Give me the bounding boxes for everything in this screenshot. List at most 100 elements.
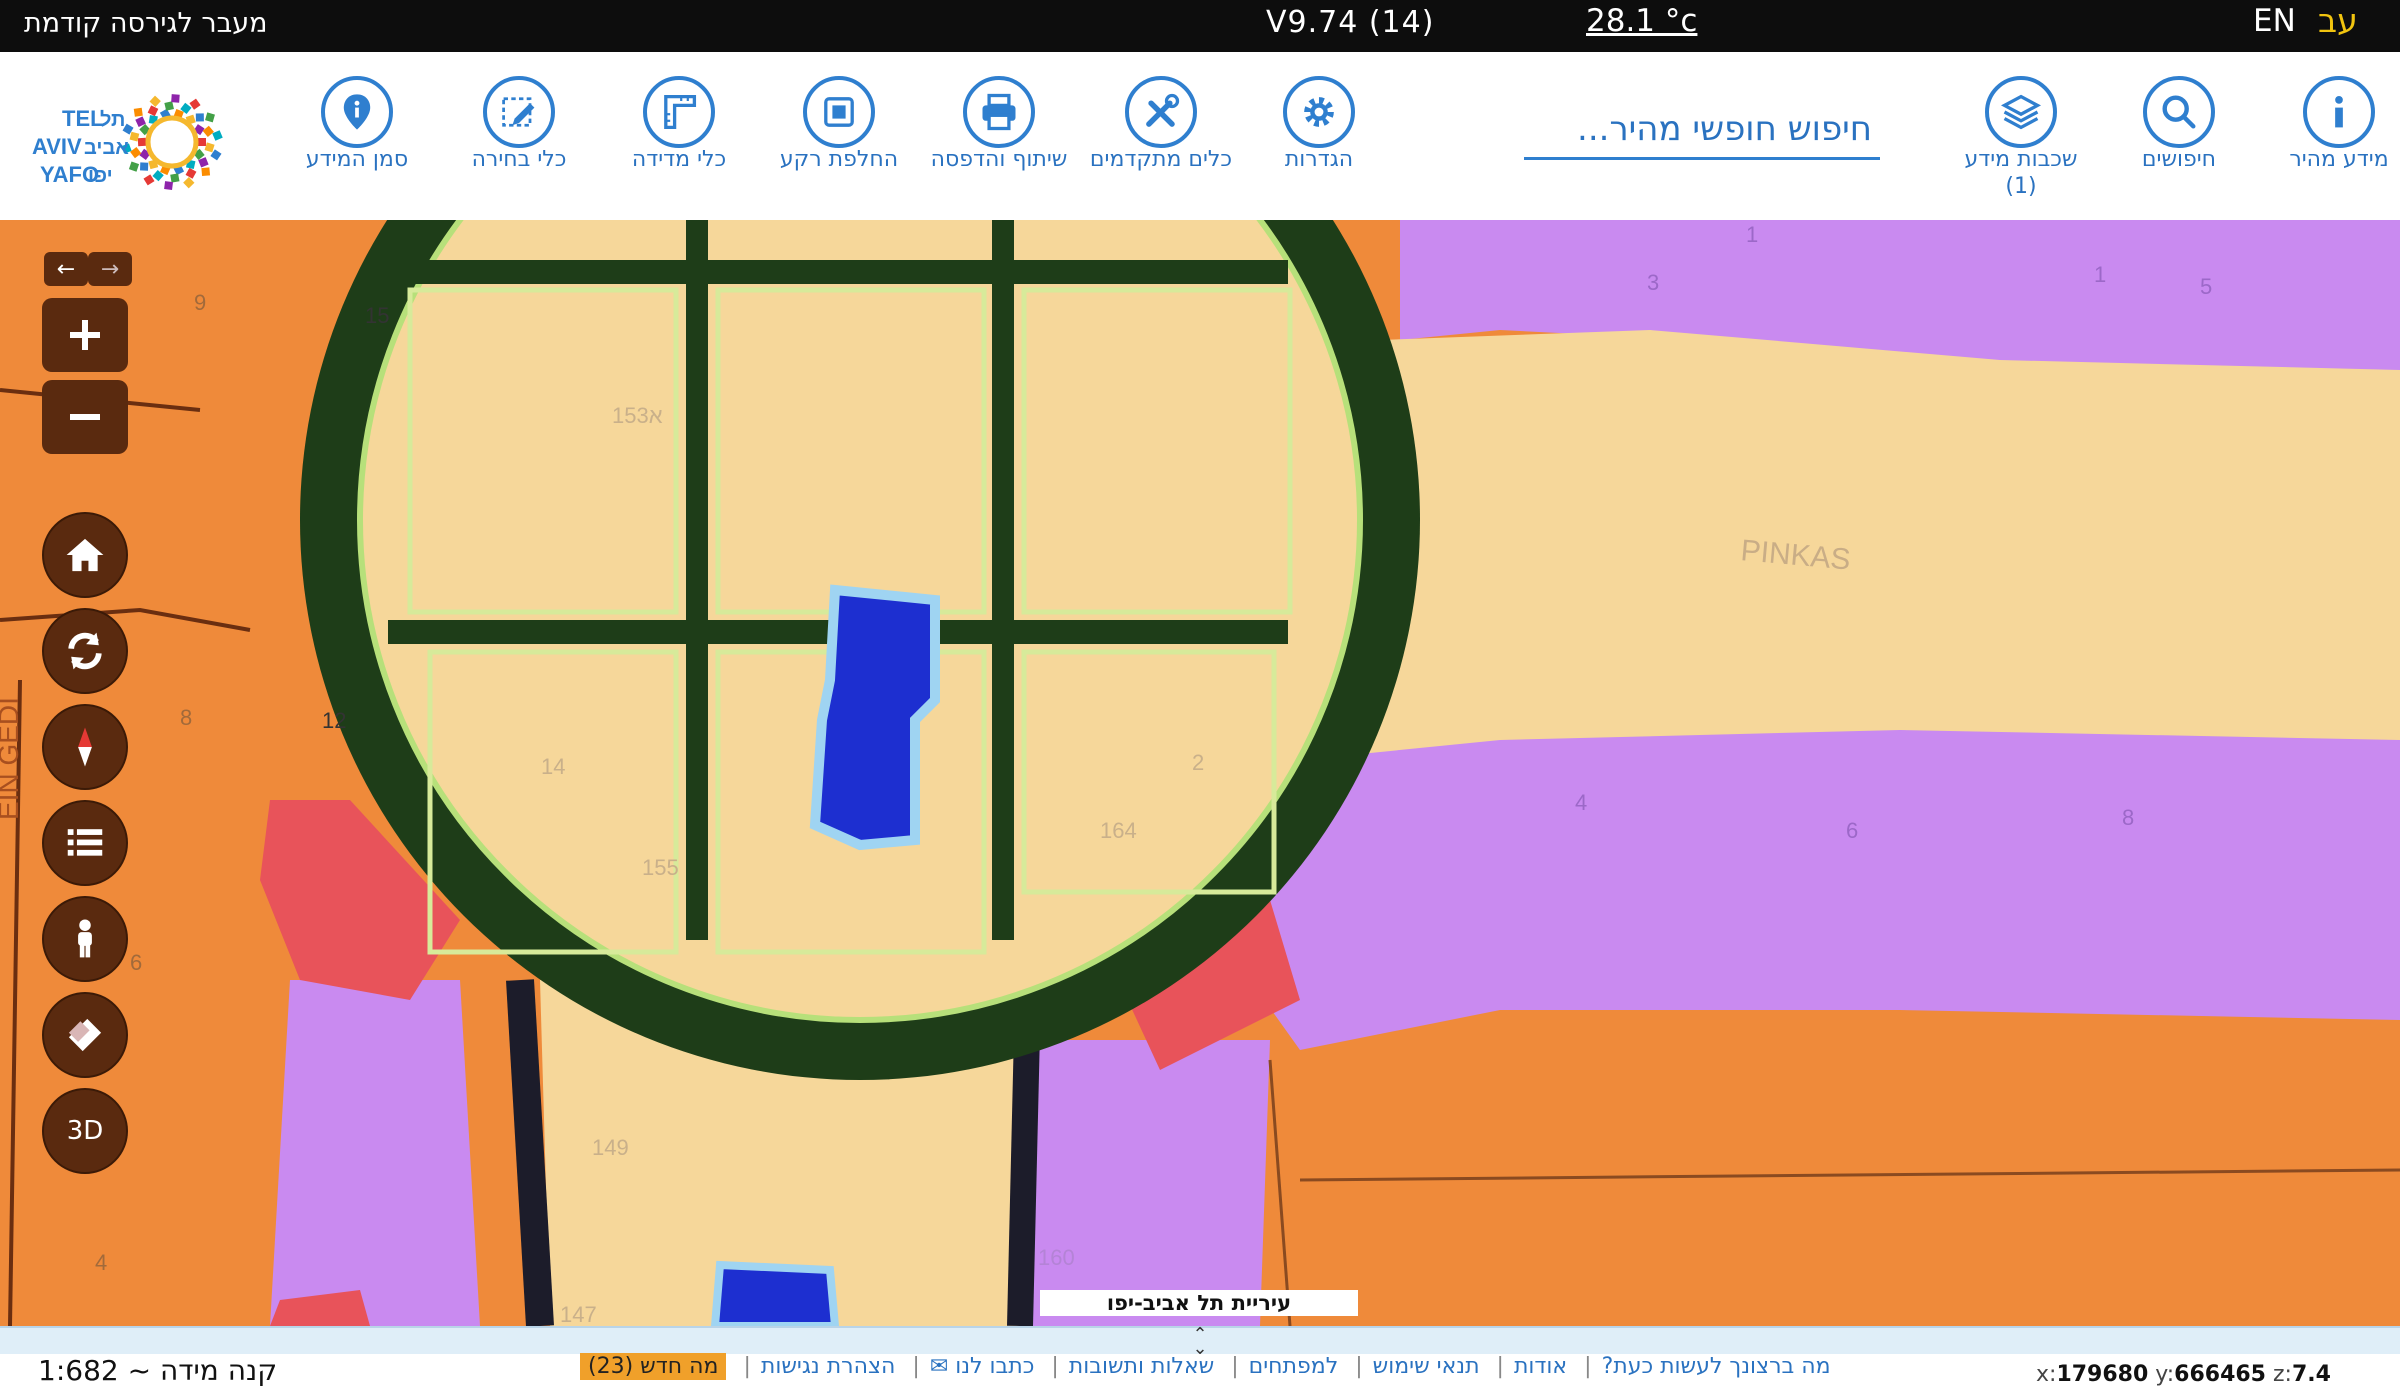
ruler-icon xyxy=(643,76,715,148)
coord-y: 666465 xyxy=(2174,1362,2266,1387)
home-button[interactable] xyxy=(42,512,128,598)
select-icon xyxy=(483,76,555,148)
toolbar: TEL AVIV YAFO תל אביב יפו מידע מהיר חיפו… xyxy=(0,52,2400,220)
info-marker-button[interactable]: סמן המידע xyxy=(282,76,432,173)
tel-aviv-logo[interactable]: TEL AVIV YAFO תל אביב יפו xyxy=(22,80,252,202)
version-label: V9.74 (14) xyxy=(1266,5,1435,40)
marker-icon xyxy=(321,76,393,148)
info-icon xyxy=(2303,76,2375,148)
info-marker-label: סמן המידע xyxy=(305,147,409,172)
footer-link-developers[interactable]: למפתחים xyxy=(1249,1354,1339,1379)
legend-button[interactable] xyxy=(42,800,128,886)
street-label-ein-gedi: EIN GEDI xyxy=(0,697,24,820)
parcel-label: 160 xyxy=(1038,1245,1075,1270)
parcel-label: 8 xyxy=(2122,805,2134,830)
parcel-label: 153א xyxy=(612,403,663,428)
parcel-label: 14 xyxy=(541,754,565,779)
logo-text-aviv-he: אביב xyxy=(84,137,129,159)
panel-resize-handle[interactable]: ⌃ ⌄ xyxy=(0,1324,2400,1359)
compass-icon xyxy=(78,727,92,767)
advanced-tools-button[interactable]: כלים מתקדמים xyxy=(1086,76,1236,173)
tools-icon xyxy=(1125,76,1197,148)
measure-tools-button[interactable]: כלי מדידה xyxy=(604,76,754,173)
top-bar: מעבר לגירסה קודמת V9.74 (14) 28.1 °c EN … xyxy=(0,0,2400,52)
whats-new-badge[interactable]: מה חדש (23) xyxy=(580,1353,727,1380)
free-search-input[interactable] xyxy=(1524,100,1880,157)
previous-version-link[interactable]: מעבר לגירסה קודמת xyxy=(24,8,268,39)
parcel-label: 155 xyxy=(642,855,679,880)
parcel-label: 1 xyxy=(1746,222,1758,247)
parcel-label: 4 xyxy=(1575,790,1587,815)
parcel-label: 9 xyxy=(194,290,206,315)
settings-label: הגדרות xyxy=(1284,147,1354,172)
map-canvas[interactable]: PINKAS EIN GEDI 9 15 153א 14 8 6 4 12 14… xyxy=(0,220,2400,1326)
eraser-button[interactable] xyxy=(42,992,128,1078)
minus-icon xyxy=(70,414,100,420)
parcel-label: 6 xyxy=(130,950,142,975)
search-icon xyxy=(2143,76,2215,148)
footer-link-accessibility[interactable]: הצהרת נגישות xyxy=(761,1354,896,1379)
refresh-button[interactable] xyxy=(42,608,128,694)
zoom-in-button[interactable] xyxy=(42,298,128,372)
coordinates-readout: x:179680 y:666465 z:7.4 xyxy=(2036,1362,2331,1387)
home-icon xyxy=(66,538,104,572)
list-icon xyxy=(67,829,103,856)
parcel-label: 147 xyxy=(560,1302,597,1326)
advanced-tools-label: כלים מתקדמים xyxy=(1089,147,1233,172)
map-credit: עיריית תל אביב-יפו xyxy=(1040,1290,1358,1316)
footer-links: מה ברצונך לעשות כעת?| אודות| תנאי שימוש|… xyxy=(580,1353,1831,1390)
parcel-label: 15 xyxy=(365,303,389,328)
parcel-label: 12 xyxy=(322,708,346,733)
parcel-label: 164 xyxy=(1100,818,1137,843)
coord-x: 179680 xyxy=(2056,1362,2149,1387)
quick-info-label: מידע מהיר xyxy=(2289,147,2389,172)
lang-en-link[interactable]: EN xyxy=(2253,3,2296,39)
basemap-icon xyxy=(803,76,875,148)
footer-link-faq[interactable]: שאלות ותשובות xyxy=(1069,1354,1214,1379)
arrow-right-icon: → xyxy=(100,256,120,282)
zoom-out-button[interactable] xyxy=(42,380,128,454)
share-print-button[interactable]: שיתוף והדפסה xyxy=(924,76,1074,173)
parcel-label: 3 xyxy=(1647,270,1659,295)
footer-link-terms[interactable]: תנאי שימוש xyxy=(1373,1354,1480,1379)
quick-info-button[interactable]: מידע מהיר xyxy=(2264,76,2400,173)
temperature-label[interactable]: 28.1 °c xyxy=(1586,3,1697,39)
parcel-label: 1 xyxy=(2094,262,2106,287)
expand-collapse-icon: ⌃ ⌄ xyxy=(1192,1324,1208,1359)
scale-label: קנה מידה ~ 1:682 xyxy=(38,1354,278,1387)
3d-label: 3D xyxy=(66,1116,104,1146)
arrow-left-icon: ← xyxy=(56,256,76,282)
selection-tools-button[interactable]: כלי בחירה xyxy=(444,76,594,173)
footer-link-about[interactable]: אודות xyxy=(1514,1354,1567,1379)
info-layers-button[interactable]: שכבות מידע (1) xyxy=(1946,76,2096,200)
eraser-icon xyxy=(68,1018,102,1052)
footer-link-what-to-do[interactable]: מה ברצונך לעשות כעת? xyxy=(1602,1354,1831,1379)
refresh-icon xyxy=(68,632,102,670)
basemap-switch-button[interactable]: החלפת רקע xyxy=(764,76,914,173)
parcel-label: 149 xyxy=(592,1135,629,1160)
parcel-label: 4 xyxy=(95,1250,107,1275)
history-back-button[interactable]: ← xyxy=(44,252,88,286)
searches-label: חיפושים xyxy=(2141,147,2217,172)
coord-z: 7.4 xyxy=(2291,1362,2331,1387)
measure-tools-label: כלי מדידה xyxy=(631,147,727,172)
pegman-icon xyxy=(78,919,92,958)
street-view-button[interactable] xyxy=(42,896,128,982)
searches-button[interactable]: חיפושים xyxy=(2104,76,2254,173)
compass-button[interactable] xyxy=(42,704,128,790)
history-forward-button[interactable]: → xyxy=(88,252,132,286)
settings-button[interactable]: הגדרות xyxy=(1244,76,1394,173)
parcel-label: 2 xyxy=(1192,750,1204,775)
3d-button[interactable]: 3D xyxy=(42,1088,128,1174)
logo-text-aviv: AVIV xyxy=(32,134,82,159)
plus-icon xyxy=(70,320,100,350)
lang-he-link[interactable]: עב xyxy=(2318,1,2358,40)
parcel-label: 6 xyxy=(1846,818,1858,843)
map-base-layer: PINKAS EIN GEDI 9 15 153א 14 8 6 4 12 14… xyxy=(0,220,2400,1326)
parcel-label: 8 xyxy=(180,705,192,730)
info-layers-label: שכבות מידע (1) xyxy=(1964,147,2078,199)
free-search-field[interactable] xyxy=(1524,100,1880,160)
footer-link-contact[interactable]: כתבו לנו ✉ xyxy=(930,1354,1035,1379)
logo-text-tel: TEL xyxy=(62,106,104,131)
layers-icon xyxy=(1985,76,2057,148)
